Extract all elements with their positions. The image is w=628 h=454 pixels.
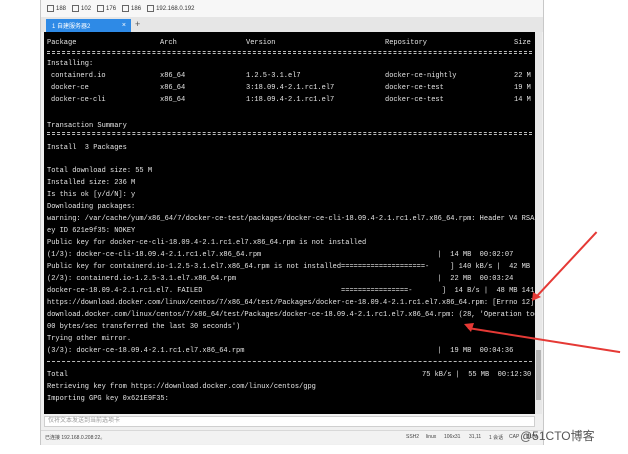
terminal-line: 00 bytes/sec transferred the last 30 sec… — [47, 323, 241, 331]
terminal-line: Downloading packages: — [47, 203, 136, 211]
watermark: @51CTO博客 — [520, 429, 595, 443]
terminal-scrollbar[interactable] — [535, 32, 542, 414]
terminal-line: Is this ok [y/d/N]: y — [47, 191, 136, 199]
terminal-line: Retrieving key from https://download.doc… — [47, 383, 316, 391]
toolbar-item-label: 192.168.0.192 — [156, 5, 195, 12]
input-placeholder: 仅将文本发送到当前选项卡 — [48, 418, 121, 424]
terminal-line: Importing GPG key 0x621E9F35: — [47, 395, 169, 403]
status-size: 106x31 — [444, 434, 461, 440]
install-count-line: Install 3 Packages — [47, 144, 127, 152]
session-icon — [97, 5, 105, 12]
col-header-size: Size — [514, 39, 531, 47]
session-icon — [122, 5, 130, 12]
status-connection: 已连接 192.168.0.208:22。 — [45, 435, 106, 441]
terminal-line: (3/3): docker-ce-18.09.4-2.1.rc1.el7.x86… — [47, 347, 514, 355]
toolbar-item-label: 176 — [106, 5, 117, 12]
package-arch: x86_64 — [160, 84, 186, 92]
package-name: docker-ce — [51, 84, 89, 92]
terminal-line: download.docker.com/linux/centos/7/x86_6… — [47, 311, 535, 319]
terminal-line: ey ID 621e9f35: NOKEY — [47, 227, 136, 235]
close-icon[interactable]: × — [122, 22, 126, 29]
separator — [47, 53, 532, 55]
terminal-line: (1/3): docker-ce-cli-18.09.4-2.1.rc1.el7… — [47, 251, 514, 259]
scrollbar-thumb[interactable] — [536, 350, 541, 400]
terminal-line: docker-ce-18.09.4-2.1.rc1.el7. FAILED ==… — [47, 287, 535, 295]
session-icon — [72, 5, 80, 12]
tab-session[interactable]: 1 自建服务器2 × — [46, 19, 131, 32]
arrowhead-icon — [464, 323, 474, 332]
tab-label: 1 自建服务器2 — [52, 24, 91, 30]
col-header-version: Version — [246, 39, 276, 47]
toolbar-item-102[interactable]: 102 — [72, 5, 91, 12]
terminal-line: Installed size: 236 M — [47, 179, 136, 187]
terminal-line: https://download.docker.com/linux/centos… — [47, 299, 535, 307]
status-bar: 已连接 192.168.0.208:22。 SSH2 linux 106x31 … — [41, 430, 543, 444]
tab-bar: 1 自建服务器2 × + — [41, 17, 543, 32]
col-header-arch: Arch — [160, 39, 177, 47]
toolbar-item-label: 186 — [131, 5, 142, 12]
toolbar-item-label: 188 — [56, 5, 67, 12]
session-icon — [47, 5, 54, 12]
separator — [47, 134, 532, 136]
package-arch: x86_64 — [160, 96, 186, 104]
package-repo: docker-ce-test — [385, 96, 444, 104]
package-size: 22 M — [514, 72, 531, 80]
package-name: containerd.io — [51, 72, 106, 80]
toolbar-item-host[interactable]: 192.168.0.192 — [147, 5, 194, 12]
package-size: 14 M — [514, 96, 531, 104]
transaction-summary-label: Transaction Summary — [47, 122, 127, 130]
package-arch: x86_64 — [160, 72, 186, 80]
package-size: 19 M — [514, 84, 531, 92]
separator — [47, 361, 532, 363]
package-name: docker-ce-cli — [51, 96, 106, 104]
status-protocol: SSH2 — [406, 434, 420, 440]
terminal-line: Total download size: 55 M — [47, 167, 153, 175]
package-version: 1.2.5-3.1.el7 — [246, 72, 301, 80]
terminal-line: warning: /var/cache/yum/x86_64/7/docker-… — [47, 215, 535, 223]
terminal-output[interactable]: Package Arch Version Repository Size Ins… — [44, 32, 535, 414]
session-icon — [147, 5, 155, 12]
status-sessions: 1 会话 — [489, 435, 504, 441]
terminal-line: (2/3): containerd.io-1.2.5-3.1.el7.x86_6… — [47, 275, 514, 283]
new-tab-button[interactable]: + — [135, 19, 140, 30]
status-os: linux — [426, 434, 437, 440]
terminal-line: Trying other mirror. — [47, 335, 132, 343]
col-header-repository: Repository — [385, 39, 428, 47]
package-repo: docker-ce-nightly — [385, 72, 457, 80]
toolbar: 188 102 176 186 192.168.0.192 — [41, 0, 543, 18]
arrowhead-icon — [532, 292, 541, 301]
send-input-field[interactable]: 仅将文本发送到当前选项卡 — [44, 416, 535, 427]
toolbar-item-label: 102 — [81, 5, 92, 12]
terminal-app-window: 188 102 176 186 192.168.0.192 1 自建服务器2 ×… — [40, 0, 544, 445]
total-label: Total — [47, 371, 69, 379]
terminal-line: Public key for containerd.io-1.2.5-3.1.e… — [47, 263, 535, 271]
toolbar-item-186[interactable]: 186 — [122, 5, 141, 12]
col-header-package: Package — [47, 39, 77, 47]
terminal-line: Public key for docker-ce-cli-18.09.4-2.1… — [47, 239, 367, 247]
installing-label: Installing: — [47, 60, 94, 68]
status-caps: CAP — [509, 434, 520, 440]
total-stats: 75 kB/s | 55 MB 00:12:30 — [422, 371, 532, 379]
package-repo: docker-ce-test — [385, 84, 444, 92]
package-version: 3:18.09.4-2.1.rc1.el7 — [246, 84, 335, 92]
toolbar-item-188[interactable]: 188 — [47, 5, 66, 12]
toolbar-item-176[interactable]: 176 — [97, 5, 116, 12]
status-position: 31,11 — [469, 434, 482, 440]
package-version: 1:18.09.4-2.1.rc1.el7 — [246, 96, 335, 104]
